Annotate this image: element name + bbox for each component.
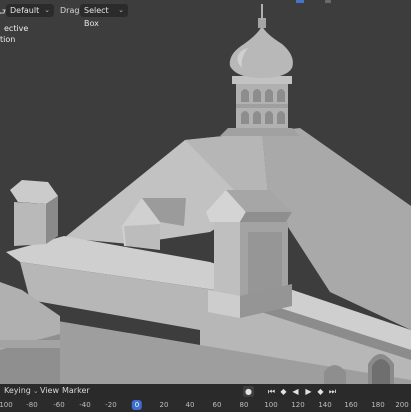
jump-end-icon[interactable]: ⏭ (327, 386, 338, 397)
arched-window-inner (372, 359, 390, 384)
view-menu[interactable]: View (40, 386, 59, 395)
marker-menu[interactable]: Marker (62, 386, 90, 395)
frame-tick: -40 (79, 401, 91, 409)
frame-tick: 60 (212, 401, 222, 409)
frame-tick: 20 (159, 401, 169, 409)
chevron-down-icon: ⌄ (118, 6, 124, 14)
frame-tick: 180 (371, 401, 385, 409)
drag-select-dropdown[interactable]: Select Box ⌄ (80, 4, 128, 28)
frame-tick: 100 (0, 401, 13, 409)
frame-tick: 100 (264, 401, 278, 409)
header-toggle-button[interactable] (325, 0, 331, 3)
frame-tick: -80 (26, 401, 38, 409)
record-dot-icon[interactable]: ● (243, 386, 254, 397)
current-frame-indicator[interactable]: 0 (131, 400, 143, 410)
prev-keyframe-icon[interactable]: ◆ (278, 386, 289, 397)
header-toggle-button[interactable] (296, 0, 304, 3)
frame-tick: 80 (239, 401, 249, 409)
view-collection-label: tion (0, 35, 16, 44)
3d-model-render[interactable] (0, 0, 411, 384)
drag-label: Drag: (60, 6, 83, 15)
viewport-header: ⮐ Default ⌄ Drag: Select Box ⌄ (0, 0, 411, 28)
frame-tick: 200 (395, 401, 409, 409)
chevron-down-icon: ⌄ (32, 387, 39, 395)
frame-tick: 140 (318, 401, 332, 409)
frame-tick: 160 (344, 401, 358, 409)
frame-tick: 40 (185, 401, 195, 409)
play-reverse-icon[interactable]: ◀ (290, 386, 301, 397)
timeline-editor: Keying ⌄ View Marker ● ⏮ ◆ ◀ ▶ ◆ ⏭ 100 -8… (0, 384, 411, 412)
left-chimney-side (46, 196, 58, 244)
transform-orientation-dropdown[interactable]: Default ⌄ (6, 4, 54, 17)
frame-ruler[interactable]: 100 -80 -60 -40 -20 0 20 40 60 80 100 12… (0, 399, 411, 412)
chevron-down-icon: ⌄ (44, 6, 50, 14)
view-perspective-label: ective (4, 24, 29, 33)
frame-tick: -60 (53, 401, 65, 409)
drum-mid-band (236, 104, 288, 108)
jump-start-icon[interactable]: ⏮ (266, 386, 277, 397)
chimney-cap-right-side (240, 212, 292, 222)
timeline-header: Keying ⌄ View Marker ● ⏮ ◆ ◀ ▶ ◆ ⏭ (0, 384, 411, 399)
dormer-front (124, 224, 160, 250)
left-pavilion-band (0, 340, 60, 348)
keying-menu[interactable]: Keying ⌄ (4, 386, 39, 395)
frame-tick: 120 (291, 401, 305, 409)
left-chimney-front (14, 202, 46, 246)
play-icon[interactable]: ▶ (303, 386, 314, 397)
frame-tick: -20 (105, 401, 117, 409)
3d-viewport[interactable]: ⮐ Default ⌄ Drag: Select Box ⌄ ective ti… (0, 0, 411, 384)
drum-base (220, 128, 300, 136)
next-keyframe-icon[interactable]: ◆ (315, 386, 326, 397)
